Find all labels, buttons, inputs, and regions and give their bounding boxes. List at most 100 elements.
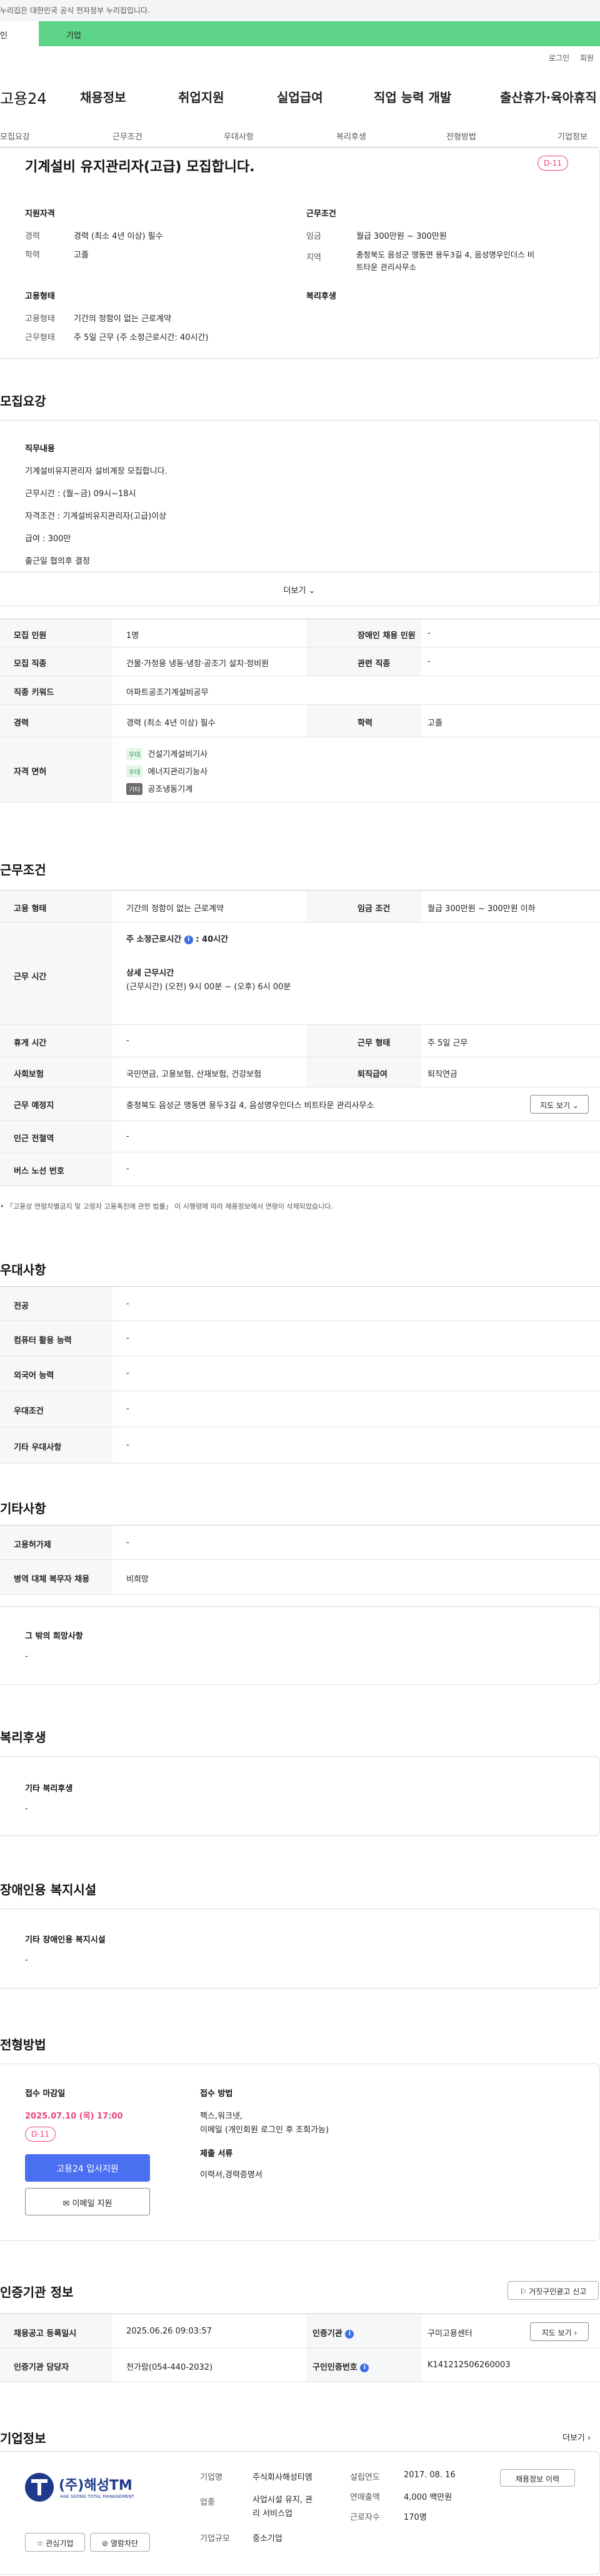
detail-hours-value: (근무시간) (오전) 9시 00분 ~ (오후) 6시 00분 xyxy=(126,982,291,992)
company-more-label: 더보기 xyxy=(562,2434,585,2443)
posted-value: 2025.06.26 09:03:57 xyxy=(126,2327,212,2336)
site-logo[interactable]: 고용24 xyxy=(0,86,47,108)
cond-label: 임금 xyxy=(306,232,321,241)
subnav-welfare[interactable]: 복리후생 xyxy=(336,130,366,142)
welfare-heading: 복리후생 xyxy=(306,292,336,301)
table-row: 모집 직종 건물·가정용 냉동·냉장·공조기 설치·정비원 관련 직종 - xyxy=(0,647,600,676)
gnb-item-skills[interactable]: 직업 능력 개발 xyxy=(374,87,451,106)
pref-heading: 우대사항 xyxy=(0,1262,46,1277)
work-hours-label: 근무 시간 xyxy=(14,972,47,982)
gnb-item-employment-support[interactable]: 취업지원 xyxy=(178,87,224,106)
agency-value: 구미고용센터 xyxy=(428,2329,472,2339)
subnav-company[interactable]: 기업정보 xyxy=(558,130,588,142)
etc-label: 병역 대체 복무자 채용 xyxy=(14,1575,90,1584)
cond-label: 지역 xyxy=(306,253,321,262)
subway-label: 인근 전철역 xyxy=(14,1134,54,1144)
gnb-item-jobs[interactable]: 채용정보 xyxy=(80,87,126,106)
docs-label: 제출 서류 xyxy=(200,2149,233,2159)
apply-button[interactable]: 고용24 입사지원 xyxy=(25,2154,150,2182)
company-field-label: 업종 xyxy=(200,2498,215,2507)
table-row: 경력 경력 (최소 4년 이상) 필수 학력 고졸 xyxy=(0,705,600,737)
gnb-item-unemployment-benefit[interactable]: 실업급여 xyxy=(277,87,323,106)
subnav-recruit[interactable]: 모집요강 xyxy=(0,130,30,142)
job-desc-line: 근무시간 : (월~금) 09시~18시 xyxy=(25,489,136,499)
pref-value: - xyxy=(126,1404,129,1414)
license-name: 건설기계설비기사 xyxy=(148,750,208,759)
contact-label: 인증기관 담당자 xyxy=(14,2363,69,2372)
work-pattern-value: 주 5일 근무 xyxy=(428,1039,468,1048)
table-row: 우대조건 - xyxy=(0,1391,600,1427)
more-button[interactable]: 더보기 ⌄ xyxy=(0,572,599,606)
job-title: 기계설비 유지관리자(고급) 모집합니다. xyxy=(25,159,255,175)
age-notice-text: 「고용상 연령차별금지 및 고령자 고용촉진에 관한 법률」 이 시행령에 따라… xyxy=(6,1202,333,1211)
favorite-company-button[interactable]: ☆ 관심기업 xyxy=(25,2533,85,2552)
email-apply-label: 이메일 지원 xyxy=(72,2199,112,2209)
table-row: 모집 인원 1명 장애인 채용 인원 - xyxy=(0,619,600,647)
related-occupation-label: 관련 직종 xyxy=(358,659,391,669)
tab-business[interactable]: 기업 xyxy=(39,21,600,46)
pref-value: - xyxy=(126,1440,129,1450)
disabled-headcount-value: - xyxy=(428,629,431,638)
cond-value: 월급 300만원 ~ 300만원 xyxy=(356,232,447,241)
wage-value: 월급 300만원 ~ 300만원 이하 xyxy=(428,904,536,914)
deadline-value: 2025.07.10 (목) 17:00 xyxy=(25,2112,123,2121)
qual-label: 학력 xyxy=(25,251,40,260)
gnb-item-parental-leave[interactable]: 출산휴가·육아휴직 xyxy=(500,87,597,106)
join-link[interactable]: 회원 xyxy=(580,52,594,63)
info-icon[interactable]: i xyxy=(360,2363,369,2372)
pref-label: 외국어 능력 xyxy=(14,1371,54,1380)
license-tag: 기타 xyxy=(126,783,143,795)
top-tabs: 인 기업 xyxy=(0,21,600,46)
table-row: 기타 우대사항 - xyxy=(0,1427,600,1464)
license-name: 공조냉동기계 xyxy=(148,785,193,794)
flag-icon: ⚐ xyxy=(519,2287,527,2296)
info-icon[interactable]: i xyxy=(184,935,193,944)
cond-heading: 근무조건 xyxy=(306,209,336,219)
tab-individual[interactable]: 인 xyxy=(0,21,39,46)
block-company-button[interactable]: ⊘ 열람차단 xyxy=(90,2533,150,2552)
company-logo: (주)해성TM HAE SEONG TOTAL MANAGEMENT xyxy=(25,2470,169,2514)
email-apply-button[interactable]: ✉ 이메일 지원 xyxy=(25,2188,150,2215)
company-card: (주)해성TM HAE SEONG TOTAL MANAGEMENT ☆ 관심기… xyxy=(0,2451,600,2575)
etc-box-value: - xyxy=(25,1652,28,1661)
company-field-label: 기업명 xyxy=(200,2473,222,2482)
disabled-heading: 장애인용 복지시설 xyxy=(0,1882,97,1897)
login-link[interactable]: 로그인 xyxy=(549,52,569,63)
agency-map-button[interactable]: 지도 보기 › xyxy=(530,2322,589,2341)
etc-label: 고용허가제 xyxy=(14,1540,51,1550)
dday-badge: D-11 xyxy=(538,156,568,171)
job-desc-line: 출근일 협의후 결정 xyxy=(25,557,90,566)
emp-label: 근무형태 xyxy=(25,333,55,342)
subnav-pref[interactable]: 우대사항 xyxy=(224,130,254,142)
company-field-value: 사업시설 유지, 관 xyxy=(252,2495,313,2505)
welfare-box-title: 기타 복리후생 xyxy=(25,1784,73,1794)
company-more-link[interactable]: 더보기 › xyxy=(562,2431,591,2443)
subnav-work[interactable]: 근무조건 xyxy=(112,130,142,142)
hiring-history-button[interactable]: 채용정보 이력 xyxy=(500,2469,575,2487)
etc-value: 비희망 xyxy=(126,1575,149,1584)
license-name: 에너지관리기능사 xyxy=(148,767,208,777)
insurance-value: 국민연금, 고용보험, 산재보험, 건강보험 xyxy=(126,1070,262,1079)
favorite-label: 관심기업 xyxy=(46,2539,74,2548)
subnav-process[interactable]: 전형방법 xyxy=(446,130,476,142)
recruit-heading: 모집요강 xyxy=(0,394,46,409)
weekly-hours: 주 소정근로시간 i : 40시간 xyxy=(126,932,228,944)
recruit-headcount-label: 모집 인원 xyxy=(14,631,47,641)
emp-label: 고용형태 xyxy=(25,314,55,324)
age-notice: • 「고용상 연령차별금지 및 고령자 고용촉진에 관한 법률」 이 시행령에 … xyxy=(0,1202,333,1211)
report-button[interactable]: ⚐ 거짓구인광고 신고 xyxy=(508,2281,599,2300)
employment-type-label: 고용 형태 xyxy=(14,904,47,914)
job-description-card: 직무내용 기계설비유지관리자 설비계장 모집합니다. 근무시간 : (월~금) … xyxy=(0,420,600,606)
block-icon: ⊘ xyxy=(101,2539,109,2548)
method-label: 접수 방법 xyxy=(200,2089,233,2099)
star-icon: ☆ xyxy=(36,2539,44,2548)
work-heading: 근무조건 xyxy=(0,862,46,877)
company-field-label: 설립연도 xyxy=(350,2473,380,2482)
map-button[interactable]: 지도 보기 ⌄ xyxy=(530,1095,589,1114)
chevron-down-icon: ⌄ xyxy=(572,1101,579,1110)
welfare-box: 기타 복리후생 - xyxy=(0,1756,600,1836)
table-row: 버스 노선 번호 - xyxy=(0,1152,600,1186)
chevron-down-icon: ⌄ xyxy=(308,586,316,596)
table-row: 휴게 시간 - 근무 형태 주 5일 근무 xyxy=(0,1025,600,1057)
info-icon[interactable]: i xyxy=(345,2329,354,2339)
